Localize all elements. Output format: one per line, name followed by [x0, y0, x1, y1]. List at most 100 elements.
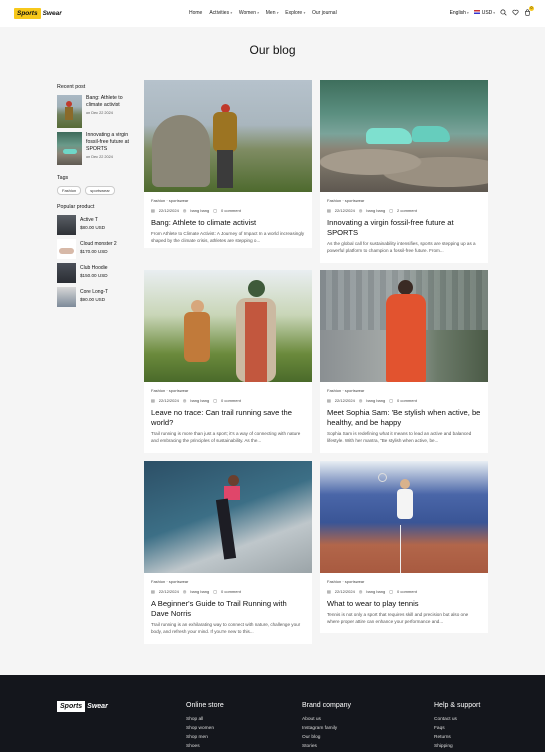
nav-home[interactable]: Home [189, 10, 202, 16]
product-name[interactable]: Cloud monster 2 [80, 241, 117, 247]
footer-link[interactable]: Returns [434, 733, 480, 742]
footer-link[interactable]: Stories [302, 742, 351, 751]
product-image[interactable] [57, 239, 76, 259]
footer-link[interactable]: Our blog [302, 733, 351, 742]
post-excerpt: Trail running is more than just a sport;… [151, 431, 301, 443]
cart-count-badge: 0 [529, 6, 534, 11]
post-title[interactable]: Leave no trace: Can trail running save t… [151, 408, 305, 428]
nav-activities[interactable]: Activities ▾ [209, 10, 232, 16]
footer-link[interactable]: Contact us [434, 715, 480, 724]
comment-icon: ▢ [213, 589, 218, 594]
footer-col-online-store: Online store Shop all Shop women Shop me… [186, 702, 224, 751]
user-icon: ◎ [182, 208, 187, 213]
cart-icon[interactable]: 0 [524, 6, 534, 16]
product-price: $80.00 USD [80, 225, 106, 230]
post-title[interactable]: What to wear to play tennis [327, 599, 481, 609]
nav-women[interactable]: Women ▾ [239, 10, 259, 16]
heart-icon[interactable] [512, 9, 519, 16]
product-image[interactable] [57, 263, 76, 283]
product-item[interactable]: Club Hoodie $150.00 USD [57, 263, 137, 283]
nav-explore[interactable]: Explore ▾ [285, 10, 305, 16]
tags-heading: Tags [57, 175, 69, 181]
nav-men[interactable]: Men ▾ [266, 10, 279, 16]
calendar-icon: ▤ [151, 208, 155, 213]
post-excerpt: Sophia Sam is redefining what it means t… [327, 431, 472, 443]
recent-post-thumbnail[interactable] [57, 132, 82, 165]
footer-link[interactable]: Instagram family [302, 724, 351, 733]
blog-card-image[interactable] [320, 80, 488, 192]
logo-sports: Sports [14, 8, 41, 19]
logo-swear: Swear [42, 10, 62, 17]
footer-col-help-support: Help & support Contact us Faqs Returns S… [434, 702, 480, 751]
blog-card-image[interactable] [144, 461, 312, 573]
tag-sportswear[interactable]: sportswear [85, 186, 115, 195]
recent-post-title[interactable]: Bang: Athlete to climate activist [86, 95, 137, 109]
footer-col-title: Help & support [434, 702, 481, 709]
nav-our-journal[interactable]: Our journal [312, 10, 337, 16]
product-item[interactable]: Active T $80.00 USD [57, 215, 137, 235]
calendar-icon: ▤ [327, 589, 331, 594]
us-flag-icon [473, 9, 480, 14]
tag-fashion[interactable]: Fashion [57, 186, 82, 195]
post-title[interactable]: Meet Sophia Sam: 'Be stylish when active… [327, 408, 481, 428]
product-item[interactable]: Cloud monster 2 $170.00 USD [57, 239, 137, 259]
search-icon[interactable] [500, 9, 507, 16]
product-price: $90.00 USD [80, 297, 106, 302]
blog-card[interactable]: Fashion · sportswear ▤ 22/12/2024 ◎ bang ba… [320, 80, 488, 263]
post-title[interactable]: A Beginner's Guide to Trail Running with… [151, 599, 305, 619]
footer-col-title: Online store [186, 702, 224, 709]
footer-link[interactable]: About us [302, 715, 351, 724]
language-selector[interactable]: English ▾ [450, 10, 469, 16]
product-name[interactable]: Active T [80, 217, 105, 223]
blog-card[interactable]: Fashion · sportswear ▤ 22/12/2024 ◎ bang ba… [320, 461, 488, 633]
product-item[interactable]: Core Long-T $90.00 USD [57, 287, 137, 307]
logo-swear: Swear [87, 703, 108, 710]
blog-card[interactable]: Fashion · sportswear ▤ 22/12/2024 ◎ bang ba… [144, 461, 312, 644]
footer-link[interactable]: Shop all [186, 715, 224, 724]
recent-post-heading: Recent post [57, 84, 86, 90]
recent-post-title[interactable]: Innovating a virgin fossil-free future a… [86, 132, 137, 153]
recent-post-thumbnail[interactable] [57, 95, 82, 128]
chevron-down-icon: ▾ [276, 11, 279, 15]
footer-logo[interactable]: Sports Swear [57, 701, 108, 712]
tag-list: Fashion sportswear [57, 186, 137, 195]
brand-logo[interactable]: Sports Swear [14, 8, 62, 19]
post-meta: ▤ 22/12/2024 ◎ bang bang ▢ 2 comment [327, 208, 417, 213]
blog-card-image[interactable] [320, 461, 488, 573]
footer-link[interactable]: Shop men [186, 733, 224, 742]
main-nav: Home Activities ▾ Women ▾ Men ▾ Explore ▾ Ou… [189, 10, 337, 16]
footer-link[interactable]: Shop women [186, 724, 224, 733]
comment-icon: ▢ [213, 398, 218, 403]
post-excerpt: As the global call for sustainability in… [327, 241, 476, 253]
post-categories: Fashion · sportswear [327, 198, 365, 203]
post-title[interactable]: Bang: Athlete to climate activist [151, 218, 305, 228]
recent-post-item[interactable]: Innovating a virgin fossil-free future a… [57, 132, 137, 165]
post-meta: ▤ 22/12/2024 ◎ bang bang ▢ 0 comment [151, 398, 241, 403]
blog-card[interactable]: Fashion · sportswear ▤ 22/12/2024 ◎ bang ba… [144, 80, 312, 248]
recent-post-item[interactable]: Bang: Athlete to climate activist on Dec… [57, 95, 137, 128]
product-name[interactable]: Club Hoodie [80, 265, 108, 271]
product-image[interactable] [57, 287, 76, 307]
post-excerpt: Trail running is an exhilarating way to … [151, 622, 301, 634]
post-categories: Fashion · sportswear [151, 198, 189, 203]
blog-card[interactable]: Fashion · sportswear ▤ 22/12/2024 ◎ bang ba… [144, 270, 312, 453]
footer-link[interactable]: Shoes [186, 742, 224, 751]
blog-card[interactable]: Fashion · sportswear ▤ 22/12/2024 ◎ bang ba… [320, 270, 488, 453]
post-title[interactable]: Innovating a virgin fossil-free future a… [327, 218, 481, 238]
footer-link[interactable]: Faqs [434, 724, 480, 733]
user-icon: ◎ [358, 398, 363, 403]
currency-selector[interactable]: USD ▾ [473, 9, 495, 16]
post-categories: Fashion · sportswear [327, 579, 365, 584]
blog-card-image[interactable] [144, 80, 312, 192]
product-image[interactable] [57, 215, 76, 235]
product-name[interactable]: Core Long-T [80, 289, 108, 295]
post-excerpt: Tennis is not only a sport that requires… [327, 612, 469, 624]
footer-link[interactable]: Shipping [434, 742, 480, 751]
popular-product-heading: Popular product [57, 204, 95, 210]
product-price: $150.00 USD [80, 273, 108, 278]
user-icon: ◎ [182, 589, 187, 594]
blog-card-image[interactable] [144, 270, 312, 382]
post-meta: ▤ 22/12/2024 ◎ bang bang ▢ 0 comment [151, 208, 241, 213]
comment-icon: ▢ [389, 589, 394, 594]
blog-card-image[interactable] [320, 270, 488, 382]
